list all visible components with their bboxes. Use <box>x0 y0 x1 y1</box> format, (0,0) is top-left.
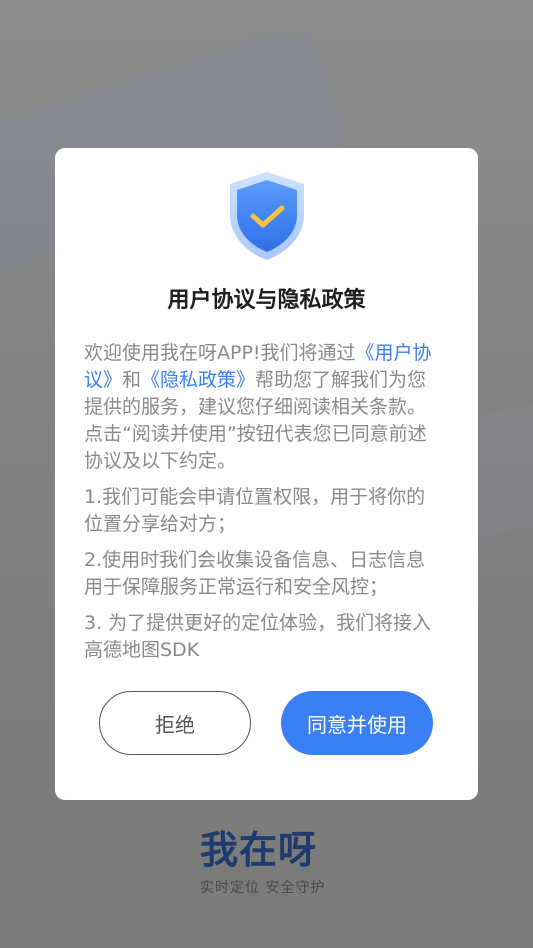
intro-text: 和 <box>122 369 142 391</box>
terms-item: 2.使用时我们会收集设备信息、日志信息用于保障服务正常运行和安全风控； <box>84 549 426 598</box>
brand-slogan: 实时定位 安全守护 <box>200 880 326 896</box>
decline-button[interactable]: 拒绝 <box>99 691 251 755</box>
terms-item: 3. 为了提供更好的定位体验，我们将接入高德地图SDK <box>84 612 432 661</box>
brand-name: 我在呀 <box>200 828 318 872</box>
brand-logo: 我在呀 实时定位 安全守护 <box>200 826 336 898</box>
dialog-title: 用户协议与隐私政策 <box>167 288 366 313</box>
shield-check-icon <box>230 172 304 260</box>
agree-button[interactable]: 同意并使用 <box>281 691 433 755</box>
privacy-policy-link[interactable]: 《隐私政策》 <box>141 369 255 391</box>
intro-paragraph: 欢迎使用我在呀APP!我们将通过《用户协议》和《隐私政策》帮助您了解我们为您提供… <box>84 340 444 475</box>
terms-item: 1.我们可能会申请位置权限，用于将你的位置分享给对方； <box>84 486 426 535</box>
intro-text: 欢迎使用我在呀APP!我们将通过 <box>84 342 356 364</box>
dialog-content: 欢迎使用我在呀APP!我们将通过《用户协议》和《隐私政策》帮助您了解我们为您提供… <box>84 340 444 673</box>
